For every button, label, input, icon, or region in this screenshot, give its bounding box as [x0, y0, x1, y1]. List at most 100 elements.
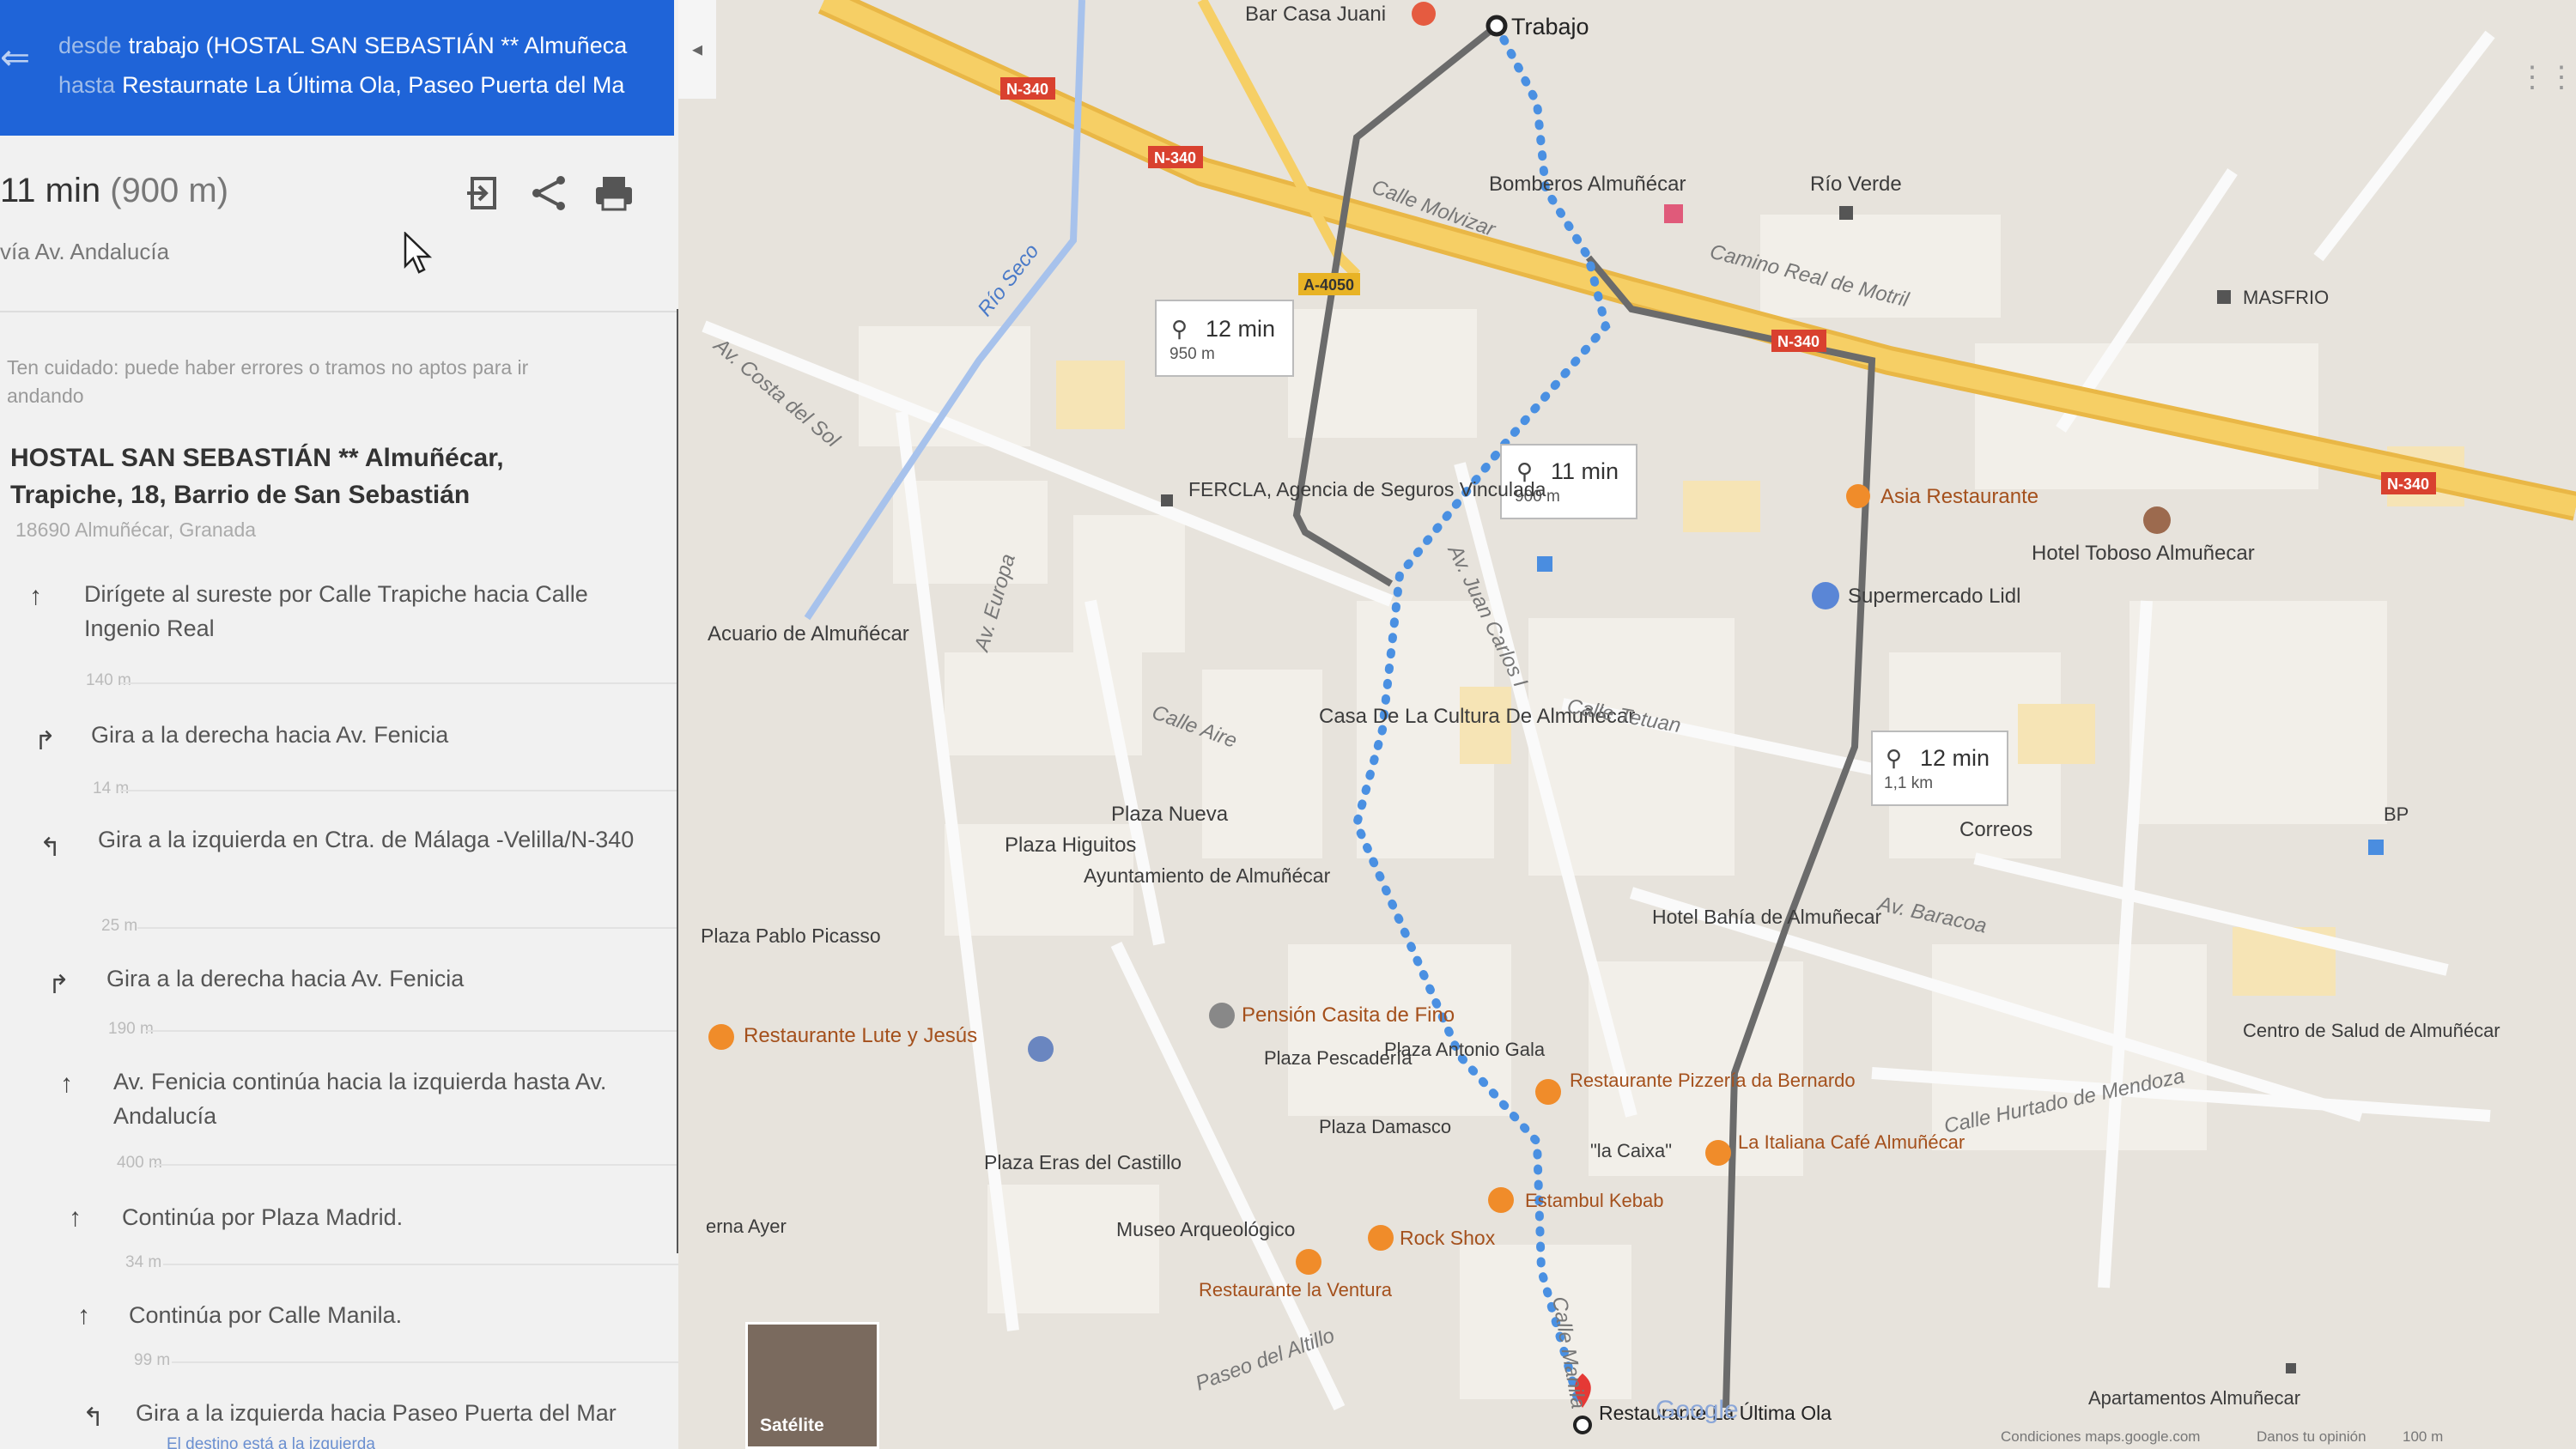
poi-plaza-damasco[interactable]: Plaza Damasco — [1319, 1116, 1451, 1137]
poi-museo[interactable]: Museo Arqueológico — [1116, 1218, 1295, 1240]
step-text: Gira a la derecha hacia Av. Fenicia — [106, 966, 465, 991]
chevron-left-icon: ◂ — [691, 38, 703, 61]
step-text: Continúa por Calle Manila. — [129, 1302, 403, 1328]
step-separator — [163, 1264, 678, 1265]
road-shield-a4050: A-4050 — [1303, 276, 1354, 294]
poi-ayuntamiento[interactable]: Ayuntamiento de Almuñécar — [1084, 864, 1331, 887]
route-box-time: 12 min — [1920, 745, 1990, 771]
poi-bomberos[interactable]: Bomberos Almuñécar — [1489, 173, 1686, 196]
satellite-toggle[interactable]: Satélite — [745, 1322, 879, 1449]
satellite-label: Satélite — [760, 1416, 824, 1435]
step-distance: 25 m — [101, 917, 138, 935]
restaurant-icon — [1846, 484, 1870, 508]
restaurant-icon — [1535, 1079, 1561, 1105]
poi-hotel-bahia[interactable]: Hotel Bahía de Almuñecar — [1652, 906, 1882, 928]
restaurant-icon — [708, 1024, 734, 1050]
shopping-icon — [1812, 582, 1839, 609]
poi-plaza-nueva[interactable]: Plaza Nueva — [1111, 803, 1229, 826]
poi-acuario[interactable]: Acuario de Almuñécar — [708, 622, 909, 646]
divider — [0, 311, 678, 312]
poi-la-caixa[interactable]: "la Caixa" — [1590, 1140, 1672, 1161]
road-shield-n340: N-340 — [2387, 476, 2429, 493]
road-shield-n340: N-340 — [1154, 149, 1196, 167]
place-icon — [2286, 1363, 2296, 1373]
turn-right-icon: ↱ — [48, 971, 70, 999]
step-text: Gira a la izquierda en Ctra. de Málaga -… — [98, 827, 635, 852]
poi-estambul-kebab[interactable]: Estambul Kebab — [1525, 1190, 1663, 1211]
collapse-panel-button[interactable]: ◂ — [678, 0, 716, 99]
poi-ventura[interactable]: Restaurante la Ventura — [1199, 1279, 1393, 1300]
from-label: desde — [58, 33, 122, 58]
to-label: hasta — [58, 72, 116, 98]
turn-left-icon: ↰ — [39, 834, 62, 862]
restaurant-icon — [1488, 1187, 1514, 1213]
origin-value: trabajo (HOSTAL SAN SEBASTIÁN ** Almuñec… — [128, 33, 628, 58]
route-distance: (900 m) — [110, 172, 229, 209]
route-summary: 11 min (900 m) — [0, 172, 228, 210]
road-shield-n340: N-340 — [1777, 333, 1820, 350]
step-text: Av. Fenicia continúa hacia la izquierda … — [113, 1069, 607, 1129]
poi-lidl[interactable]: Supermercado Lidl — [1848, 585, 2020, 608]
poi-pizzeria[interactable]: Restaurante Pizzería da Bernardo — [1570, 1070, 1856, 1091]
straight-arrow-icon: ↑ — [60, 1070, 73, 1098]
footer-terms[interactable]: Condiciones maps.google.com — [2001, 1428, 2200, 1446]
poi-la-italiana[interactable]: La Italiana Café Almuñécar — [1738, 1131, 1965, 1153]
route-box-distance: 950 m — [1170, 345, 1215, 363]
turn-left-icon: ↰ — [82, 1404, 105, 1432]
poi-plaza-antonio-gala[interactable]: Plaza Antonio Gala — [1384, 1039, 1546, 1060]
place-icon — [2217, 290, 2231, 304]
poi-centro-salud[interactable]: Centro de Salud de Almuñécar — [2243, 1020, 2500, 1041]
poi-apartamentos[interactable]: Apartamentos Almuñecar — [2088, 1387, 2300, 1409]
poi-plaza-eras[interactable]: Plaza Eras del Castillo — [984, 1151, 1182, 1173]
poi-asia-restaurante[interactable]: Asia Restaurante — [1880, 485, 2038, 508]
apps-grid-icon[interactable]: ⋮⋮⋮ — [2518, 60, 2576, 94]
step-separator — [155, 1164, 678, 1166]
print-icon[interactable] — [592, 172, 635, 215]
route-box-distance: 1,1 km — [1884, 774, 1933, 792]
send-to-device-icon[interactable] — [464, 172, 507, 215]
step-distance: 400 m — [117, 1154, 162, 1172]
destination-field[interactable]: hasta Restaurnate La Última Ola, Paseo Pu… — [58, 72, 659, 99]
origin-label[interactable]: Trabajo — [1511, 14, 1589, 39]
poi-hotel-toboso[interactable]: Hotel Toboso Almuñecar — [2032, 542, 2255, 565]
poi-plaza-higuitos[interactable]: Plaza Higuitos — [1005, 834, 1136, 857]
poi-bp[interactable]: BP — [2384, 803, 2409, 825]
map-label-edge: erna Ayer — [706, 1216, 787, 1237]
share-icon[interactable] — [528, 172, 571, 215]
step-text: Gira a la derecha hacia Av. Fenicia — [91, 722, 449, 748]
google-logo: Google — [1656, 1396, 1739, 1424]
bus-stop-icon — [1537, 556, 1552, 572]
road-shield-n340: N-340 — [1006, 81, 1048, 98]
back-arrow-icon[interactable]: ⇐ — [0, 36, 30, 78]
origin-postal: 18690 Almuñécar, Granada — [15, 518, 257, 541]
poi-rock-shox[interactable]: Rock Shox — [1400, 1227, 1496, 1249]
turn-right-icon: ↱ — [34, 727, 57, 755]
step-separator — [120, 682, 678, 684]
destination-value: Restaurnate La Última Ola, Paseo Puerta … — [122, 72, 625, 98]
straight-arrow-icon: ↑ — [69, 1203, 82, 1232]
bar-icon — [1368, 1225, 1394, 1251]
step-separator — [120, 790, 678, 791]
step-distance: 99 m — [134, 1351, 171, 1369]
hotel-icon — [1209, 1003, 1235, 1028]
step-text: Continúa por Plaza Madrid. — [122, 1204, 404, 1230]
origin-marker[interactable] — [1485, 15, 1508, 37]
route-box-time: 11 min — [1551, 458, 1619, 484]
poi-pension[interactable]: Pensión Casita de Fino — [1242, 1003, 1455, 1027]
poi-lute-jesus[interactable]: Restaurante Lute y Jesús — [744, 1024, 977, 1047]
step-separator — [146, 1030, 678, 1032]
footer-feedback[interactable]: Danos tu opinión — [2257, 1428, 2366, 1446]
poi-fercla[interactable]: FERCLA, Agencia de Seguros Vinculada — [1188, 478, 1546, 500]
poi-masfrio[interactable]: MASFRIO — [2243, 287, 2329, 308]
poi-correos[interactable]: Correos — [1959, 818, 2032, 841]
origin-field[interactable]: desde trabajo (HOSTAL SAN SEBASTIÁN ** Al… — [58, 33, 659, 59]
map-canvas[interactable]: N-340 N-340 N-340 N-340 A-4050 ⚲ 12 min … — [678, 0, 2576, 1449]
place-icon — [1839, 206, 1853, 220]
gas-station-icon — [2368, 840, 2384, 855]
restaurant-icon — [1705, 1140, 1731, 1166]
poi-bar-casa-juani[interactable]: Bar Casa Juani — [1245, 3, 1386, 26]
poi-plaza-pablo[interactable]: Plaza Pablo Picasso — [701, 925, 881, 947]
poi-rio-verde[interactable]: Río Verde — [1810, 173, 1902, 196]
step-distance: 140 m — [86, 671, 131, 689]
origin-address: HOSTAL SAN SEBASTIÁN ** Almuñécar, Trapi… — [10, 444, 504, 509]
